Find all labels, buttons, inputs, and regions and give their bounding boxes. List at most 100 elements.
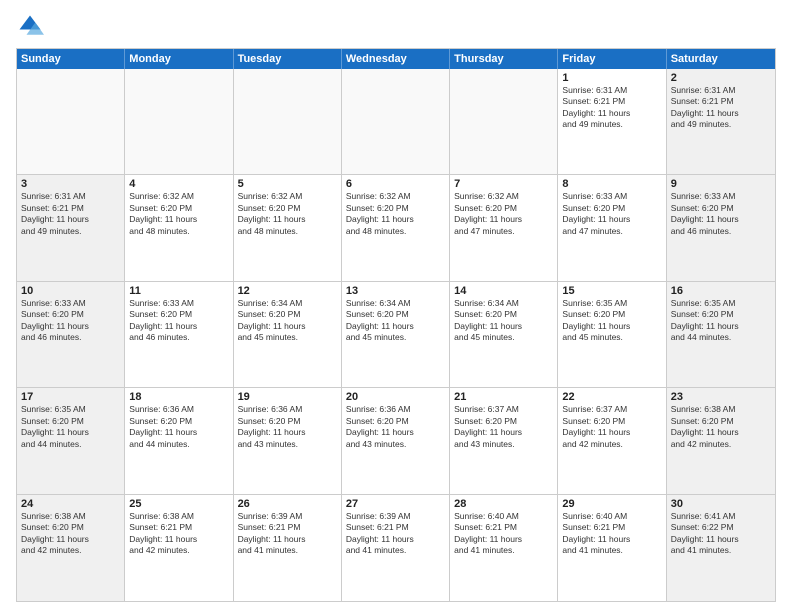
empty-cell: [234, 69, 342, 174]
day-number: 26: [238, 498, 337, 510]
day-info: Sunrise: 6:36 AM Sunset: 6:20 PM Dayligh…: [346, 404, 445, 450]
logo: [16, 12, 48, 40]
day-number: 6: [346, 178, 445, 190]
day-info: Sunrise: 6:33 AM Sunset: 6:20 PM Dayligh…: [562, 191, 661, 237]
day-info: Sunrise: 6:35 AM Sunset: 6:20 PM Dayligh…: [562, 298, 661, 344]
day-number: 25: [129, 498, 228, 510]
day-info: Sunrise: 6:32 AM Sunset: 6:20 PM Dayligh…: [346, 191, 445, 237]
day-cell-12: 12Sunrise: 6:34 AM Sunset: 6:20 PM Dayli…: [234, 282, 342, 387]
day-info: Sunrise: 6:36 AM Sunset: 6:20 PM Dayligh…: [129, 404, 228, 450]
day-number: 9: [671, 178, 771, 190]
day-info: Sunrise: 6:37 AM Sunset: 6:20 PM Dayligh…: [562, 404, 661, 450]
empty-cell: [125, 69, 233, 174]
day-cell-28: 28Sunrise: 6:40 AM Sunset: 6:21 PM Dayli…: [450, 495, 558, 601]
day-info: Sunrise: 6:36 AM Sunset: 6:20 PM Dayligh…: [238, 404, 337, 450]
day-info: Sunrise: 6:35 AM Sunset: 6:20 PM Dayligh…: [671, 298, 771, 344]
day-info: Sunrise: 6:40 AM Sunset: 6:21 PM Dayligh…: [562, 511, 661, 557]
day-cell-23: 23Sunrise: 6:38 AM Sunset: 6:20 PM Dayli…: [667, 388, 775, 493]
header-day-saturday: Saturday: [667, 49, 775, 69]
day-cell-3: 3Sunrise: 6:31 AM Sunset: 6:21 PM Daylig…: [17, 175, 125, 280]
day-cell-29: 29Sunrise: 6:40 AM Sunset: 6:21 PM Dayli…: [558, 495, 666, 601]
day-number: 21: [454, 391, 553, 403]
day-cell-7: 7Sunrise: 6:32 AM Sunset: 6:20 PM Daylig…: [450, 175, 558, 280]
week-5: 24Sunrise: 6:38 AM Sunset: 6:20 PM Dayli…: [17, 495, 775, 601]
day-info: Sunrise: 6:33 AM Sunset: 6:20 PM Dayligh…: [21, 298, 120, 344]
day-info: Sunrise: 6:39 AM Sunset: 6:21 PM Dayligh…: [238, 511, 337, 557]
day-info: Sunrise: 6:38 AM Sunset: 6:20 PM Dayligh…: [671, 404, 771, 450]
header-day-thursday: Thursday: [450, 49, 558, 69]
day-cell-14: 14Sunrise: 6:34 AM Sunset: 6:20 PM Dayli…: [450, 282, 558, 387]
day-cell-21: 21Sunrise: 6:37 AM Sunset: 6:20 PM Dayli…: [450, 388, 558, 493]
day-info: Sunrise: 6:33 AM Sunset: 6:20 PM Dayligh…: [129, 298, 228, 344]
header-day-monday: Monday: [125, 49, 233, 69]
day-cell-6: 6Sunrise: 6:32 AM Sunset: 6:20 PM Daylig…: [342, 175, 450, 280]
day-info: Sunrise: 6:34 AM Sunset: 6:20 PM Dayligh…: [454, 298, 553, 344]
header-day-sunday: Sunday: [17, 49, 125, 69]
day-number: 7: [454, 178, 553, 190]
day-info: Sunrise: 6:41 AM Sunset: 6:22 PM Dayligh…: [671, 511, 771, 557]
header-day-tuesday: Tuesday: [234, 49, 342, 69]
day-info: Sunrise: 6:32 AM Sunset: 6:20 PM Dayligh…: [238, 191, 337, 237]
header: [16, 12, 776, 40]
day-info: Sunrise: 6:38 AM Sunset: 6:21 PM Dayligh…: [129, 511, 228, 557]
day-cell-18: 18Sunrise: 6:36 AM Sunset: 6:20 PM Dayli…: [125, 388, 233, 493]
day-number: 27: [346, 498, 445, 510]
day-info: Sunrise: 6:31 AM Sunset: 6:21 PM Dayligh…: [671, 85, 771, 131]
day-cell-17: 17Sunrise: 6:35 AM Sunset: 6:20 PM Dayli…: [17, 388, 125, 493]
day-info: Sunrise: 6:31 AM Sunset: 6:21 PM Dayligh…: [562, 85, 661, 131]
day-number: 14: [454, 285, 553, 297]
day-number: 20: [346, 391, 445, 403]
day-number: 5: [238, 178, 337, 190]
day-number: 12: [238, 285, 337, 297]
day-number: 11: [129, 285, 228, 297]
day-info: Sunrise: 6:32 AM Sunset: 6:20 PM Dayligh…: [454, 191, 553, 237]
day-cell-5: 5Sunrise: 6:32 AM Sunset: 6:20 PM Daylig…: [234, 175, 342, 280]
day-number: 28: [454, 498, 553, 510]
day-cell-15: 15Sunrise: 6:35 AM Sunset: 6:20 PM Dayli…: [558, 282, 666, 387]
day-info: Sunrise: 6:35 AM Sunset: 6:20 PM Dayligh…: [21, 404, 120, 450]
day-number: 3: [21, 178, 120, 190]
day-cell-9: 9Sunrise: 6:33 AM Sunset: 6:20 PM Daylig…: [667, 175, 775, 280]
day-number: 23: [671, 391, 771, 403]
day-number: 2: [671, 72, 771, 84]
day-info: Sunrise: 6:33 AM Sunset: 6:20 PM Dayligh…: [671, 191, 771, 237]
day-number: 17: [21, 391, 120, 403]
day-cell-10: 10Sunrise: 6:33 AM Sunset: 6:20 PM Dayli…: [17, 282, 125, 387]
calendar-header: SundayMondayTuesdayWednesdayThursdayFrid…: [17, 49, 775, 69]
page: SundayMondayTuesdayWednesdayThursdayFrid…: [0, 0, 792, 612]
day-cell-13: 13Sunrise: 6:34 AM Sunset: 6:20 PM Dayli…: [342, 282, 450, 387]
day-cell-22: 22Sunrise: 6:37 AM Sunset: 6:20 PM Dayli…: [558, 388, 666, 493]
day-cell-1: 1Sunrise: 6:31 AM Sunset: 6:21 PM Daylig…: [558, 69, 666, 174]
day-cell-4: 4Sunrise: 6:32 AM Sunset: 6:20 PM Daylig…: [125, 175, 233, 280]
day-info: Sunrise: 6:40 AM Sunset: 6:21 PM Dayligh…: [454, 511, 553, 557]
day-number: 19: [238, 391, 337, 403]
calendar: SundayMondayTuesdayWednesdayThursdayFrid…: [16, 48, 776, 602]
day-number: 30: [671, 498, 771, 510]
week-4: 17Sunrise: 6:35 AM Sunset: 6:20 PM Dayli…: [17, 388, 775, 494]
empty-cell: [342, 69, 450, 174]
day-number: 8: [562, 178, 661, 190]
day-number: 16: [671, 285, 771, 297]
header-day-friday: Friday: [558, 49, 666, 69]
day-cell-8: 8Sunrise: 6:33 AM Sunset: 6:20 PM Daylig…: [558, 175, 666, 280]
day-info: Sunrise: 6:37 AM Sunset: 6:20 PM Dayligh…: [454, 404, 553, 450]
week-3: 10Sunrise: 6:33 AM Sunset: 6:20 PM Dayli…: [17, 282, 775, 388]
week-2: 3Sunrise: 6:31 AM Sunset: 6:21 PM Daylig…: [17, 175, 775, 281]
empty-cell: [17, 69, 125, 174]
calendar-body: 1Sunrise: 6:31 AM Sunset: 6:21 PM Daylig…: [17, 69, 775, 601]
empty-cell: [450, 69, 558, 174]
logo-icon: [16, 12, 44, 40]
day-cell-19: 19Sunrise: 6:36 AM Sunset: 6:20 PM Dayli…: [234, 388, 342, 493]
week-1: 1Sunrise: 6:31 AM Sunset: 6:21 PM Daylig…: [17, 69, 775, 175]
day-number: 4: [129, 178, 228, 190]
day-info: Sunrise: 6:38 AM Sunset: 6:20 PM Dayligh…: [21, 511, 120, 557]
day-info: Sunrise: 6:31 AM Sunset: 6:21 PM Dayligh…: [21, 191, 120, 237]
day-info: Sunrise: 6:32 AM Sunset: 6:20 PM Dayligh…: [129, 191, 228, 237]
day-number: 13: [346, 285, 445, 297]
day-cell-11: 11Sunrise: 6:33 AM Sunset: 6:20 PM Dayli…: [125, 282, 233, 387]
day-cell-20: 20Sunrise: 6:36 AM Sunset: 6:20 PM Dayli…: [342, 388, 450, 493]
day-cell-26: 26Sunrise: 6:39 AM Sunset: 6:21 PM Dayli…: [234, 495, 342, 601]
day-number: 29: [562, 498, 661, 510]
day-number: 15: [562, 285, 661, 297]
day-info: Sunrise: 6:34 AM Sunset: 6:20 PM Dayligh…: [238, 298, 337, 344]
